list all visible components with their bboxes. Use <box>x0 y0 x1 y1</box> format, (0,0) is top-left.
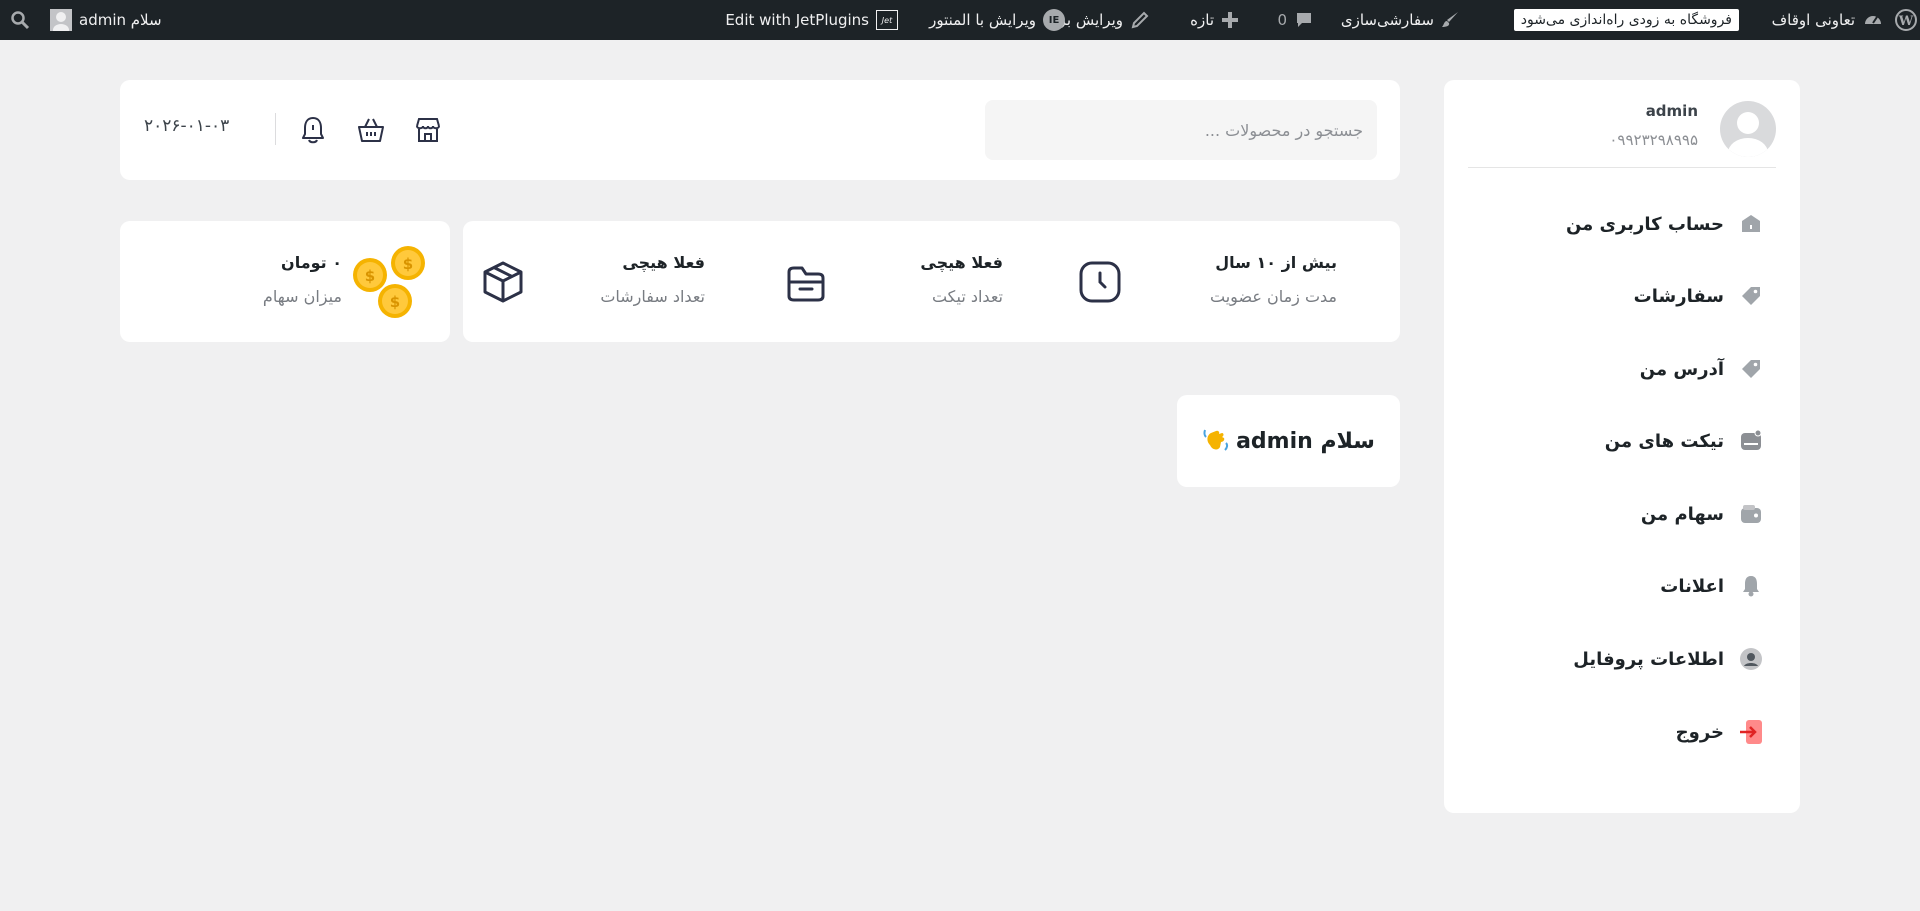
comments-link[interactable]: 0 <box>1277 0 1314 40</box>
menu-label: اطلاعات پروفایل <box>1573 648 1724 670</box>
stat-label: میزان سهام <box>262 287 342 306</box>
menu-item-shares[interactable]: سهام من <box>1641 494 1764 534</box>
customize-label: سفارشی‌سازی <box>1340 11 1434 29</box>
account-sidebar: admin ۰۹۹۲۳۲۹۸۹۹۵ حساب کاربری من سفارشات… <box>1444 80 1800 813</box>
elementor-label: ویرایش با المنتور <box>929 11 1036 29</box>
menu-label: تیکت های من <box>1604 430 1724 452</box>
menu-item-notifications[interactable]: اعلانات <box>1660 566 1764 606</box>
clock-icon <box>1077 259 1123 305</box>
stats-panel: بیش از ۱۰ سال مدت زمان عضویت فعلا هیچی ت… <box>463 221 1400 342</box>
customize-link[interactable]: سفارشی‌سازی <box>1341 0 1461 40</box>
notice-text: فروشگاه به زودی راه‌اندازی می‌شود <box>1513 9 1739 31</box>
wallet-icon <box>1738 501 1764 527</box>
tray-icon <box>1738 428 1764 454</box>
svg-text:$: $ <box>403 255 413 273</box>
stat-value: فعلا هیچی <box>622 253 705 272</box>
coming-soon-notice[interactable]: فروشگاه به زودی راه‌اندازی می‌شود <box>1513 0 1739 40</box>
wp-logo-button[interactable]: W <box>1894 0 1918 40</box>
profile-divider <box>1468 167 1776 168</box>
header-divider <box>275 113 276 145</box>
home-icon <box>1738 211 1764 237</box>
howdy-label: سلام admin <box>79 11 162 29</box>
admin-bar: W تعاونی اوقاف فروشگاه به زودی راه‌انداز… <box>0 0 1920 40</box>
cart-basket-icon[interactable] <box>355 114 387 146</box>
brush-icon <box>1441 10 1461 30</box>
menu-label: سهام من <box>1640 503 1724 525</box>
stat-tickets: فعلا هیچی تعداد تیکت <box>783 221 1003 342</box>
menu-item-address[interactable]: آدرس من <box>1640 349 1764 389</box>
menu-label: آدرس من <box>1639 358 1724 380</box>
greeting-text: سلام admin <box>1236 428 1375 454</box>
account-menu[interactable]: سلام admin <box>50 0 162 40</box>
coins-icon: $ $ $ <box>350 243 430 323</box>
stat-value: ۰ تومان <box>281 253 342 272</box>
adminbar-search-button[interactable] <box>10 0 30 40</box>
notification-bell-icon[interactable] <box>297 114 329 146</box>
dashboard-header: ۲۰۲۶-۰۱-۰۳ <box>120 80 1400 180</box>
svg-text:W: W <box>1898 14 1914 29</box>
profile-avatar <box>1720 101 1776 157</box>
stat-orders: فعلا هیچی تعداد سفارشات <box>480 221 705 342</box>
wordpress-logo-icon: W <box>1894 8 1918 32</box>
bell-icon <box>1738 573 1764 599</box>
menu-item-profile-info[interactable]: اطلاعات پروفایل <box>1573 639 1764 679</box>
menu-label: سفارشات <box>1633 285 1724 307</box>
waving-hand-icon <box>1202 425 1230 457</box>
profile-phone: ۰۹۹۲۳۲۹۸۹۹۵ <box>1609 131 1698 149</box>
current-date: ۲۰۲۶-۰۱-۰۳ <box>144 116 230 136</box>
elementor-icon: IE <box>1043 9 1065 31</box>
stat-value: فعلا هیچی <box>920 253 1003 272</box>
svg-text:$: $ <box>365 267 375 285</box>
new-content-link[interactable]: تازه <box>1190 0 1239 40</box>
menu-item-logout[interactable]: خروج <box>1676 712 1764 752</box>
stat-label: مدت زمان عضویت <box>1210 287 1337 306</box>
plus-icon <box>1221 11 1239 29</box>
svg-text:$: $ <box>390 293 400 311</box>
stat-value: بیش از ۱۰ سال <box>1215 253 1337 272</box>
stat-label: تعداد سفارشات <box>600 287 705 306</box>
elementor-link[interactable]: IE ویرایش با المنتور <box>929 0 1065 40</box>
menu-label: خروج <box>1675 721 1724 743</box>
stat-membership: بیش از ۱۰ سال مدت زمان عضویت <box>1077 221 1337 342</box>
jetplugins-link[interactable]: Edit with JetPlugins Jet <box>725 0 898 40</box>
menu-label: حساب کاربری من <box>1565 213 1724 235</box>
user-avatar-small <box>50 9 72 31</box>
pencil-icon <box>1130 10 1150 30</box>
user-circle-icon <box>1738 646 1764 672</box>
menu-item-orders[interactable]: سفارشات <box>1634 276 1764 316</box>
tag-icon <box>1738 356 1764 382</box>
stat-shares: ۰ تومان میزان سهام $ $ $ <box>230 221 430 342</box>
store-icon[interactable] <box>412 114 444 146</box>
logout-icon <box>1738 719 1764 745</box>
tag-icon <box>1738 283 1764 309</box>
search-icon <box>10 10 30 30</box>
greeting-card: سلام admin <box>1177 395 1400 487</box>
comment-icon <box>1294 10 1314 30</box>
product-search-input[interactable] <box>985 100 1377 160</box>
stat-label: تعداد تیکت <box>931 287 1003 306</box>
box-icon <box>480 259 526 305</box>
menu-label: اعلانات <box>1660 575 1724 597</box>
menu-item-tickets[interactable]: تیکت های من <box>1605 421 1764 461</box>
folder-icon <box>783 259 829 305</box>
jetplugins-label: Edit with JetPlugins <box>725 11 869 29</box>
site-name-menu[interactable]: تعاونی اوقاف <box>1772 0 1884 40</box>
dashboard-gauge-icon <box>1862 9 1884 31</box>
menu-item-my-account[interactable]: حساب کاربری من <box>1566 204 1764 244</box>
profile-name: admin <box>1645 102 1698 120</box>
site-name: تعاونی اوقاف <box>1771 11 1855 29</box>
jet-icon: Jet <box>876 10 898 30</box>
shares-card: ۰ تومان میزان سهام $ $ $ <box>120 221 450 342</box>
new-label: تازه <box>1190 11 1214 29</box>
comments-count: 0 <box>1277 11 1287 29</box>
